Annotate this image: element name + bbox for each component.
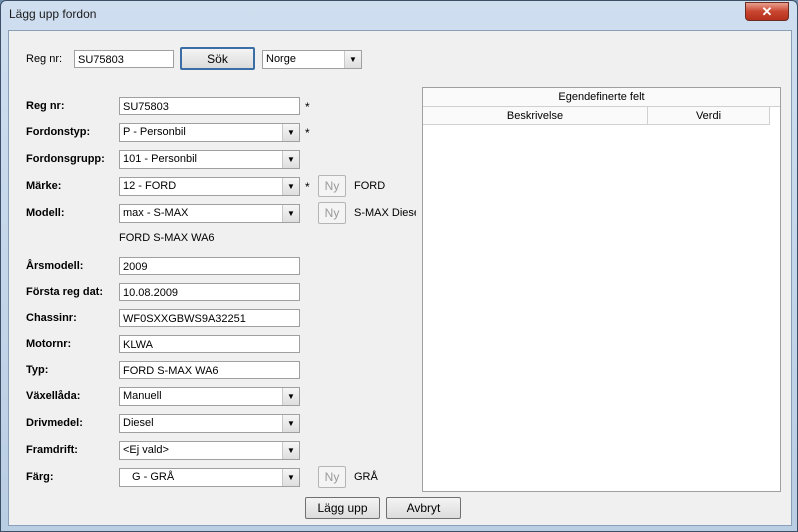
chevron-down-icon[interactable]: ▼ xyxy=(282,415,299,432)
farg-select[interactable]: G - GRÅ ▼ xyxy=(119,468,300,487)
marke-select[interactable]: 12 - FORD ▼ xyxy=(119,177,300,196)
title-bar[interactable]: Lägg upp fordon ✕ xyxy=(1,1,797,29)
marke-value: 12 - FORD xyxy=(123,180,177,192)
country-select-value: Norge xyxy=(266,53,296,65)
chevron-down-icon[interactable]: ▼ xyxy=(344,51,361,68)
chevron-down-icon[interactable]: ▼ xyxy=(282,388,299,405)
fordonsgrupp-select[interactable]: 101 - Personbil ▼ xyxy=(119,150,300,169)
modell-description: FORD S-MAX WA6 xyxy=(119,232,215,244)
search-regnr-label: Reg nr: xyxy=(26,53,63,65)
regnr-label: Reg nr: xyxy=(26,100,65,112)
drivmedel-value: Diesel xyxy=(123,417,154,429)
farg-label: Färg: xyxy=(26,471,54,483)
custom-fields-grid[interactable]: Egendefinerte felt Beskrivelse Verdi xyxy=(422,87,781,492)
fordonsgrupp-value: 101 - Personbil xyxy=(123,153,197,165)
forsta-reg-label: Första reg dat: xyxy=(26,286,104,298)
drivmedel-label: Drivmedel: xyxy=(26,417,83,429)
modell-value: max - S-MAX xyxy=(123,207,189,219)
regnr-input[interactable]: SU75803 xyxy=(119,97,300,115)
column-header-verdi[interactable]: Verdi xyxy=(648,107,770,125)
column-header-beskrivelse[interactable]: Beskrivelse xyxy=(423,107,648,125)
required-marker: * xyxy=(305,100,310,114)
farg-display: GRÅ xyxy=(354,471,378,483)
chevron-down-icon[interactable]: ▼ xyxy=(282,205,299,222)
new-marke-button[interactable]: Ny xyxy=(318,175,346,197)
close-button[interactable]: ✕ xyxy=(745,2,789,21)
drivmedel-select[interactable]: Diesel ▼ xyxy=(119,414,300,433)
chevron-down-icon[interactable]: ▼ xyxy=(282,469,299,486)
chevron-down-icon[interactable]: ▼ xyxy=(282,151,299,168)
chevron-down-icon[interactable]: ▼ xyxy=(282,124,299,141)
new-farg-button[interactable]: Ny xyxy=(318,466,346,488)
dialog-window: Lägg upp fordon ✕ Reg nr: SU75803 Sök No… xyxy=(0,0,798,532)
arsmodell-input[interactable]: 2009 xyxy=(119,257,300,275)
fordonstyp-label: Fordonstyp: xyxy=(26,126,91,138)
framdrift-value: <Ej vald> xyxy=(123,444,169,456)
chevron-down-icon[interactable]: ▼ xyxy=(282,178,299,195)
motornr-input[interactable]: KLWA xyxy=(119,335,300,353)
vaxellada-label: Växellåda: xyxy=(26,390,81,402)
motornr-label: Motornr: xyxy=(26,338,72,350)
country-select[interactable]: Norge ▼ xyxy=(262,50,362,69)
farg-value: G - GRÅ xyxy=(132,471,175,483)
typ-input[interactable]: FORD S-MAX WA6 xyxy=(119,361,300,379)
window-title: Lägg upp fordon xyxy=(9,7,97,21)
custom-fields-title: Egendefinerte felt xyxy=(423,88,780,107)
dialog-content: Reg nr: SU75803 Sök Norge ▼ Reg nr: Ford… xyxy=(8,30,792,526)
search-button[interactable]: Sök xyxy=(180,47,255,70)
chassinr-input[interactable]: WF0SXXGBWS9A32251 xyxy=(119,309,300,327)
vaxellada-select[interactable]: Manuell ▼ xyxy=(119,387,300,406)
modell-display: S-MAX Diese xyxy=(354,207,416,219)
cancel-button[interactable]: Avbryt xyxy=(386,497,461,519)
modell-label: Modell: xyxy=(26,207,65,219)
chevron-down-icon[interactable]: ▼ xyxy=(282,442,299,459)
required-marker: * xyxy=(305,180,310,194)
save-button[interactable]: Lägg upp xyxy=(305,497,380,519)
new-modell-button[interactable]: Ny xyxy=(318,202,346,224)
forsta-reg-input[interactable]: 10.08.2009 xyxy=(119,283,300,301)
framdrift-label: Framdrift: xyxy=(26,444,78,456)
fordonstyp-value: P - Personbil xyxy=(123,126,186,138)
fordonsgrupp-label: Fordonsgrupp: xyxy=(26,153,105,165)
search-regnr-input[interactable]: SU75803 xyxy=(74,50,174,68)
fordonstyp-select[interactable]: P - Personbil ▼ xyxy=(119,123,300,142)
chassinr-label: Chassinr: xyxy=(26,312,77,324)
framdrift-select[interactable]: <Ej vald> ▼ xyxy=(119,441,300,460)
arsmodell-label: Årsmodell: xyxy=(26,260,84,272)
marke-display: FORD xyxy=(354,180,386,192)
typ-label: Typ: xyxy=(26,364,49,376)
vaxellada-value: Manuell xyxy=(123,390,162,402)
required-marker: * xyxy=(305,126,310,140)
marke-label: Märke: xyxy=(26,180,62,192)
modell-select[interactable]: max - S-MAX ▼ xyxy=(119,204,300,223)
